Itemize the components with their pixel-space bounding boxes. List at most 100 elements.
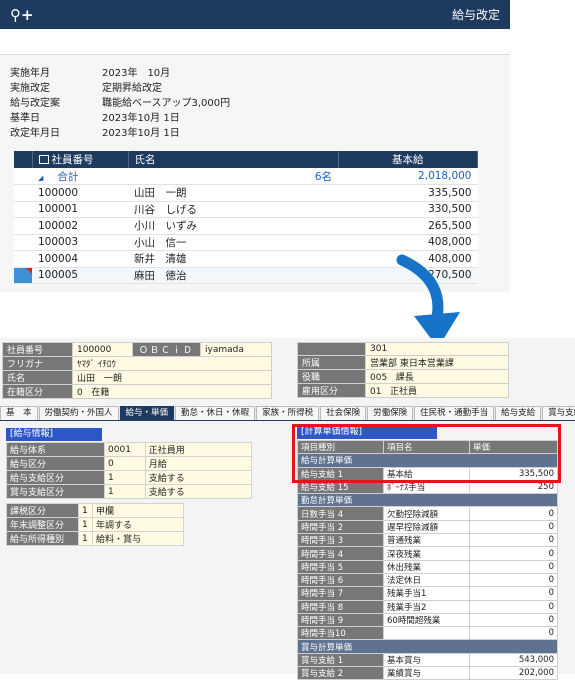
column-header-id-label: 社員番号 [51, 154, 94, 166]
tab-bonus-payment[interactable]: 賞与支給 [542, 406, 575, 420]
item-type: 時間手当 2 [297, 519, 384, 535]
salary-info-table: 給与体系 0001 正社員用 給与区分 0 月給 給与支給区分 1 支給する 賞与支給区分 1… [5, 442, 253, 499]
field-code[interactable]: 1 [78, 531, 93, 546]
table-row[interactable]: 100000 山田 一朗 335,500 [14, 184, 478, 202]
header-row: 在籍区分 0 在籍 [2, 384, 272, 399]
table-row[interactable]: 100001 川谷 しげる 330,500 [14, 201, 478, 218]
tab-family-tax[interactable]: 家族・所得税 [256, 406, 320, 420]
item-type: 時間手当 4 [297, 546, 384, 561]
item-amount[interactable]: 0 [469, 519, 558, 535]
info-label: 実施年月 [10, 68, 50, 79]
field-code[interactable]: 1 [104, 484, 146, 499]
toolbar-strip [0, 29, 510, 55]
base-salary: 408,000 [338, 234, 478, 251]
field-label: 役職 [297, 369, 366, 384]
furigana-field[interactable]: ﾔﾏﾀﾞ ｲﾁﾛｳ [72, 356, 272, 371]
field-code[interactable]: 1 [78, 503, 93, 518]
salary-revision-window: ⚲+ 給与改定 実施年月 2023年 10月 実施改定 定期昇給改定 給与改定案 職能… [0, 0, 510, 292]
employee-id-field[interactable]: 100000 [72, 342, 133, 357]
row-marker [14, 184, 32, 202]
tax-info-table: 課税区分 1 甲欄 年末調整区分 1 年調する 給与所得種別 1 給料・賞与 [6, 503, 184, 546]
item-type: 時間手当 8 [297, 599, 384, 614]
calc-row[interactable]: 時間手当10 0 [297, 626, 558, 641]
calc-row[interactable]: 時間手当 2 遅早控除減額 0 [297, 519, 558, 535]
info-label: 実施改定 [10, 83, 50, 94]
dept-code-field[interactable]: 301 [365, 342, 509, 356]
item-amount[interactable]: 0 [469, 546, 558, 561]
calc-row[interactable]: 時間手当 8 残業手当2 0 [297, 599, 558, 614]
table-row[interactable]: 100002 小川 いずみ 265,500 [14, 217, 478, 235]
table-icon [38, 155, 49, 164]
item-type: 賞与支給 2 [297, 666, 384, 680]
employee-id: 100003 [32, 234, 128, 251]
field-code[interactable]: 0 [104, 456, 146, 471]
field-value: 給料・賞与 [92, 531, 184, 546]
field-label: 給与支給区分 [5, 470, 106, 485]
calc-row[interactable]: 賞与支給 1 基本賞与 543,000 [297, 652, 558, 668]
item-amount[interactable]: 0 [469, 533, 558, 548]
tab-salary-payment[interactable]: 給与支給 [495, 406, 542, 420]
salary-info-title: [給与情報] [6, 428, 102, 441]
row-marker-selected [14, 267, 32, 284]
name-field[interactable]: 山田 一朗 [72, 370, 272, 385]
field-value: 支給する [144, 470, 253, 485]
tab-social-insurance[interactable]: 社会保険 [320, 406, 367, 420]
obcid-field[interactable]: iyamada [200, 342, 272, 357]
item-amount[interactable]: 0 [469, 572, 558, 588]
base-salary: 265,500 [338, 217, 478, 235]
item-amount[interactable]: 0 [469, 559, 558, 574]
calc-row[interactable]: 日数手当 4 欠勤控除減額 0 [297, 506, 558, 521]
tab-resident-tax[interactable]: 住民税・通勤手当 [414, 406, 495, 420]
info-value: 定期昇給改定 [102, 83, 162, 94]
table-row[interactable]: 100003 小山 信一 408,000 [14, 234, 478, 251]
employee-id: 100001 [32, 201, 128, 218]
calc-row[interactable]: 賞与支給 2 業績賞与 202,000 [297, 666, 558, 680]
column-header-id[interactable]: 社員番号 [32, 151, 129, 168]
column-header-name[interactable]: 氏名 [128, 151, 339, 168]
field-label: 課税区分 [6, 503, 79, 518]
item-amount[interactable]: 543,000 [469, 652, 558, 668]
tab-salary-unit[interactable]: 給与・単価 [119, 406, 175, 420]
item-amount[interactable]: 0 [469, 586, 558, 601]
field-label [297, 342, 366, 356]
item-name: 普通残業 [383, 533, 470, 548]
tab-labor-insurance[interactable]: 労働保険 [367, 406, 414, 420]
collapse-triangle-icon[interactable]: ◢ [38, 174, 43, 182]
item-amount[interactable]: 0 [469, 612, 558, 628]
tab-attendance[interactable]: 勤怠・休日・休暇 [175, 406, 256, 420]
group-header: 賞与計算単価 [297, 639, 558, 654]
total-row[interactable]: ◢ 合計 6名 2,018,000 [14, 168, 478, 185]
field-code[interactable]: 0001 [104, 442, 146, 457]
employee-id: 100005 [32, 267, 128, 284]
tab-labor-contract[interactable]: 労働契約・外国人 [38, 406, 119, 420]
calc-row[interactable]: 時間手当 6 法定休日 0 [297, 572, 558, 588]
calc-row[interactable]: 時間手当 5 休出残業 0 [297, 559, 558, 574]
field-code[interactable]: 1 [104, 470, 146, 485]
tab-bar: 基 本 労働契約・外国人 給与・単価 勤怠・休日・休暇 家族・所得税 社会保険 … [0, 406, 575, 421]
tab-basic[interactable]: 基 本 [0, 406, 38, 420]
base-salary: 330,500 [338, 201, 478, 218]
salary-info-row: 給与支給区分 1 支給する [5, 470, 253, 485]
item-type: 時間手当 5 [297, 559, 384, 574]
calc-row[interactable]: 時間手当 3 普通残業 0 [297, 533, 558, 548]
search-plus-icon[interactable]: ⚲+ [10, 6, 34, 24]
calc-row[interactable]: 時間手当 9 60時間超残業 0 [297, 612, 558, 628]
item-type: 時間手当10 [297, 626, 384, 641]
dept-name-field[interactable]: 営業部 東日本営業課 [365, 355, 509, 370]
employment-type-field[interactable]: 01 正社員 [365, 383, 509, 398]
enrollment-field[interactable]: 0 在籍 [72, 384, 272, 399]
position-field[interactable]: 005 課長 [365, 369, 509, 384]
item-amount[interactable]: 202,000 [469, 666, 558, 680]
calc-row[interactable]: 時間手当 7 残業手当1 0 [297, 586, 558, 601]
field-value: 月給 [144, 456, 253, 471]
column-header-amount[interactable]: 基本給 [338, 151, 478, 168]
employee-id: 100004 [32, 250, 128, 268]
field-code[interactable]: 1 [78, 517, 93, 532]
total-count: 6名 [128, 168, 338, 185]
calc-row[interactable]: 時間手当 4 深夜残業 0 [297, 546, 558, 561]
item-amount[interactable]: 0 [469, 599, 558, 614]
item-type: 時間手当 3 [297, 533, 384, 548]
row-marker [14, 250, 32, 268]
item-amount[interactable]: 0 [469, 506, 558, 521]
item-amount[interactable]: 0 [469, 626, 558, 641]
